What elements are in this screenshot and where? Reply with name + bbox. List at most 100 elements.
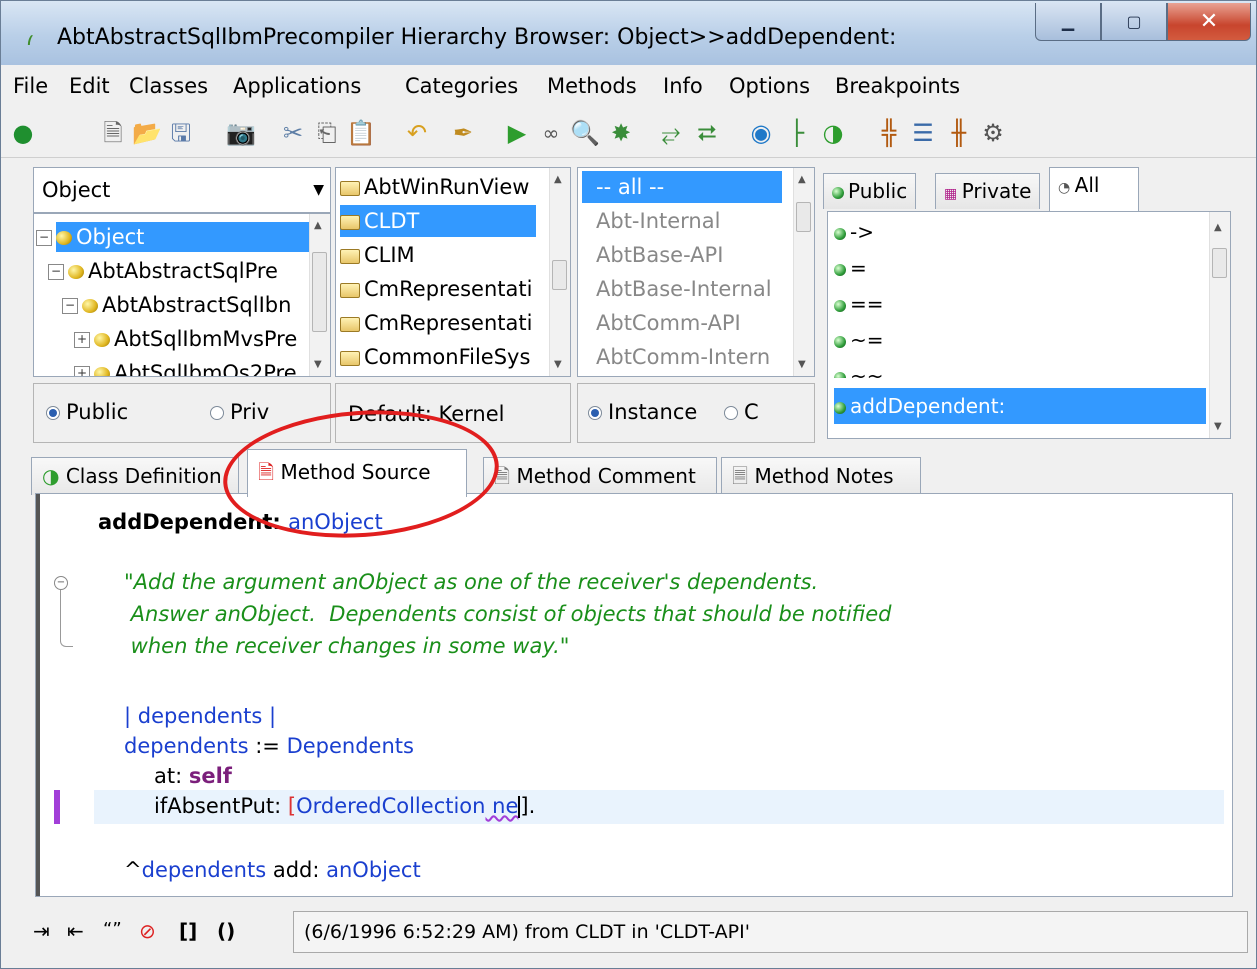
magnify-icon[interactable]: 🔍 bbox=[569, 117, 601, 149]
quote-icon[interactable]: “” bbox=[103, 919, 122, 940]
tab-all[interactable]: ◔ All bbox=[1049, 167, 1139, 211]
radio-instance[interactable]: Instance bbox=[588, 400, 697, 424]
tree-icon[interactable]: ├ bbox=[781, 117, 813, 149]
radio-class[interactable]: C bbox=[724, 400, 759, 424]
menu-file[interactable]: File bbox=[13, 74, 48, 98]
globe-icon[interactable]: ◉ bbox=[745, 117, 777, 149]
open-icon[interactable]: 📂 bbox=[131, 117, 163, 149]
collapse-icon[interactable]: − bbox=[62, 298, 78, 314]
tab-method-notes[interactable]: 🗏 Method Notes bbox=[721, 457, 921, 495]
list-item-selected[interactable]: addDependent: bbox=[834, 388, 1206, 424]
cut-icon[interactable]: ✂ bbox=[277, 117, 309, 149]
list-item[interactable]: ~= bbox=[834, 322, 1206, 358]
step-icon[interactable]: ⥂ bbox=[655, 117, 687, 149]
expand-icon[interactable]: + bbox=[74, 332, 90, 348]
glasses-icon[interactable]: ∞ bbox=[535, 117, 567, 149]
tree-item[interactable]: − AbtAbstractSqlIbn bbox=[62, 288, 291, 322]
list-item[interactable]: == bbox=[834, 286, 1206, 322]
copy-icon[interactable]: ⎗ bbox=[311, 117, 343, 149]
scroll-down-icon[interactable]: ▼ bbox=[1214, 421, 1222, 432]
scroll-down-icon[interactable]: ▼ bbox=[798, 359, 806, 370]
maximize-button[interactable]: ▢ bbox=[1101, 3, 1167, 41]
camera-icon[interactable]: 📷 bbox=[225, 117, 257, 149]
tab-method-comment[interactable]: 🗎 Method Comment bbox=[483, 457, 717, 495]
no-comment-icon[interactable]: ⊘ bbox=[139, 919, 156, 943]
expand-icon[interactable]: + bbox=[74, 366, 90, 376]
collapse-icon[interactable]: − bbox=[48, 264, 64, 280]
scroll-up-icon[interactable]: ▲ bbox=[554, 174, 562, 185]
outdent-icon[interactable]: ⇤ bbox=[67, 919, 84, 943]
undo-icon[interactable]: ↶ bbox=[401, 117, 433, 149]
chevron-down-icon[interactable]: ▼ bbox=[313, 182, 324, 198]
play-icon[interactable]: ▶ bbox=[501, 117, 533, 149]
tab-class-definition[interactable]: ◑ Class Definition bbox=[31, 457, 239, 495]
scroll-up-icon[interactable]: ▲ bbox=[1214, 222, 1222, 233]
list-item[interactable]: AbtComm-API bbox=[596, 306, 741, 340]
scroll-thumb[interactable] bbox=[796, 202, 811, 232]
minimize-button[interactable]: ▁ bbox=[1035, 3, 1101, 41]
parens-icon[interactable]: () bbox=[217, 919, 235, 943]
list-item-selected[interactable]: CLDT bbox=[340, 204, 536, 238]
table-icon[interactable]: ╫ bbox=[943, 117, 975, 149]
menu-breakpoints[interactable]: Breakpoints bbox=[835, 74, 960, 98]
list-item[interactable]: CmRepresentati bbox=[340, 306, 532, 340]
tree-item[interactable]: + AbtSqlIbmOs2Pre bbox=[74, 356, 297, 376]
menu-methods[interactable]: Methods bbox=[547, 74, 637, 98]
close-button[interactable]: ✕ bbox=[1167, 3, 1251, 41]
tree-item-object[interactable]: − Object bbox=[36, 220, 310, 254]
scroll-down-icon[interactable]: ▼ bbox=[314, 359, 322, 370]
tree-item[interactable]: + AbtSqlIbmMvsPre bbox=[74, 322, 297, 356]
indent-icon[interactable]: ⇥ bbox=[33, 919, 50, 943]
brackets-icon[interactable]: [] bbox=[179, 919, 197, 943]
pin-icon[interactable]: ✒ bbox=[447, 117, 479, 149]
list-item[interactable]: AbtWinRunView bbox=[340, 170, 529, 204]
tree-item[interactable]: − AbtAbstractSqlPre bbox=[48, 254, 278, 288]
methods-scrollbar[interactable]: ▲ ▼ bbox=[1209, 212, 1230, 438]
class-combo[interactable]: Object ▼ bbox=[33, 167, 331, 213]
method-source-editor[interactable]: − addDependent: anObject "Add the argume… bbox=[35, 493, 1233, 897]
list-item[interactable]: CLIM bbox=[340, 238, 415, 272]
new-icon[interactable]: 🗎 bbox=[97, 117, 129, 149]
menu-options[interactable]: Options bbox=[729, 74, 810, 98]
scroll-up-icon[interactable]: ▲ bbox=[798, 174, 806, 185]
run-icon[interactable]: ● bbox=[7, 117, 39, 149]
list-item[interactable]: Abt-Internal bbox=[596, 204, 720, 238]
list-item-selected[interactable]: -- all -- bbox=[582, 170, 782, 204]
fold-icon[interactable]: − bbox=[54, 576, 68, 590]
list-item[interactable]: = bbox=[834, 250, 1206, 286]
menu-applications[interactable]: Applications bbox=[233, 74, 361, 98]
bug-icon[interactable]: ✸ bbox=[605, 117, 637, 149]
hierarchy-icon[interactable]: ⮂ bbox=[691, 117, 723, 149]
list-item[interactable]: -> bbox=[834, 214, 1206, 250]
scroll-up-icon[interactable]: ▲ bbox=[314, 220, 322, 231]
tab-private[interactable]: ▦ Private bbox=[935, 173, 1041, 209]
list-item[interactable]: AbtBase-Internal bbox=[596, 272, 772, 306]
list-item[interactable]: AbtComm-Intern bbox=[596, 340, 770, 374]
grid-icon[interactable]: ╬ bbox=[873, 117, 905, 149]
scroll-thumb[interactable] bbox=[1212, 248, 1227, 278]
tree-scrollbar[interactable]: ▲ ▼ bbox=[309, 214, 330, 376]
collapse-icon[interactable]: − bbox=[36, 230, 52, 246]
list-item[interactable]: CmRepresentati bbox=[340, 272, 532, 306]
menu-classes[interactable]: Classes bbox=[129, 74, 208, 98]
tab-method-source[interactable]: 🗎 Method Source bbox=[247, 449, 467, 497]
list-item[interactable]: AbtBase-API bbox=[596, 238, 723, 272]
tab-public[interactable]: Public bbox=[823, 173, 917, 209]
title-bar[interactable]: ⹙ AbtAbstractSqlIbmPrecompiler Hierarchy… bbox=[1, 1, 1256, 66]
list-item[interactable]: CommonFileSys bbox=[340, 340, 530, 374]
settings-icon[interactable]: ⚙ bbox=[977, 117, 1009, 149]
save-icon[interactable]: 🖫 bbox=[165, 117, 197, 149]
list-item[interactable]: ~~ bbox=[834, 358, 1206, 378]
radio-private[interactable]: Priv bbox=[210, 400, 269, 424]
radio-public[interactable]: Public bbox=[46, 400, 128, 424]
paste-icon[interactable]: 📋 bbox=[345, 117, 377, 149]
circle-arrow-icon[interactable]: ◑ bbox=[817, 117, 849, 149]
menu-edit[interactable]: Edit bbox=[69, 74, 110, 98]
menu-info[interactable]: Info bbox=[663, 74, 703, 98]
scroll-down-icon[interactable]: ▼ bbox=[554, 359, 562, 370]
menu-categories[interactable]: Categories bbox=[405, 74, 518, 98]
categories-scrollbar[interactable]: ▲ ▼ bbox=[793, 168, 814, 376]
applications-scrollbar[interactable]: ▲ ▼ bbox=[549, 168, 570, 376]
scroll-thumb[interactable] bbox=[312, 252, 327, 332]
list-icon[interactable]: ☰ bbox=[907, 117, 939, 149]
